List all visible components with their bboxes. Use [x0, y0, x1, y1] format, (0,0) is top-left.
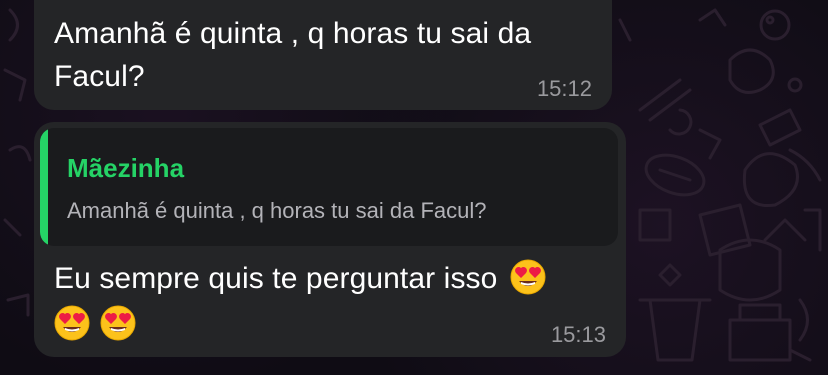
quote-author: Mãezinha	[67, 153, 185, 183]
message-text: Eu sempre quis te perguntar isso	[54, 257, 614, 300]
message-bubble-received[interactable]: Amanhã é quinta , q horas tu sai da Facu…	[34, 0, 612, 110]
message-bubble-reply[interactable]: Mãezinha Amanhã é quinta , q horas tu sa…	[34, 122, 626, 357]
emoji-row	[54, 305, 142, 341]
quote-accent-bar	[40, 128, 48, 246]
message-text-line-2: Facul?	[54, 60, 145, 93]
quote-text: Amanhã é quinta , q horas tu sai da Facu…	[67, 198, 487, 223]
heart-eyes-emoji-icon	[510, 259, 546, 295]
heart-eyes-emoji-icon	[100, 305, 136, 341]
message-text-line-1: Amanhã é quinta , q horas tu sai da	[54, 17, 532, 50]
message-timestamp: 15:13	[550, 322, 606, 347]
quoted-message[interactable]: Mãezinha Amanhã é quinta , q horas tu sa…	[40, 128, 618, 246]
message-text-content: Eu sempre quis te perguntar isso	[54, 262, 498, 295]
message-text: Amanhã é quinta , q horas tu sai da Facu…	[54, 12, 594, 98]
message-timestamp: 15:12	[536, 76, 592, 101]
heart-eyes-emoji-icon	[54, 305, 90, 341]
